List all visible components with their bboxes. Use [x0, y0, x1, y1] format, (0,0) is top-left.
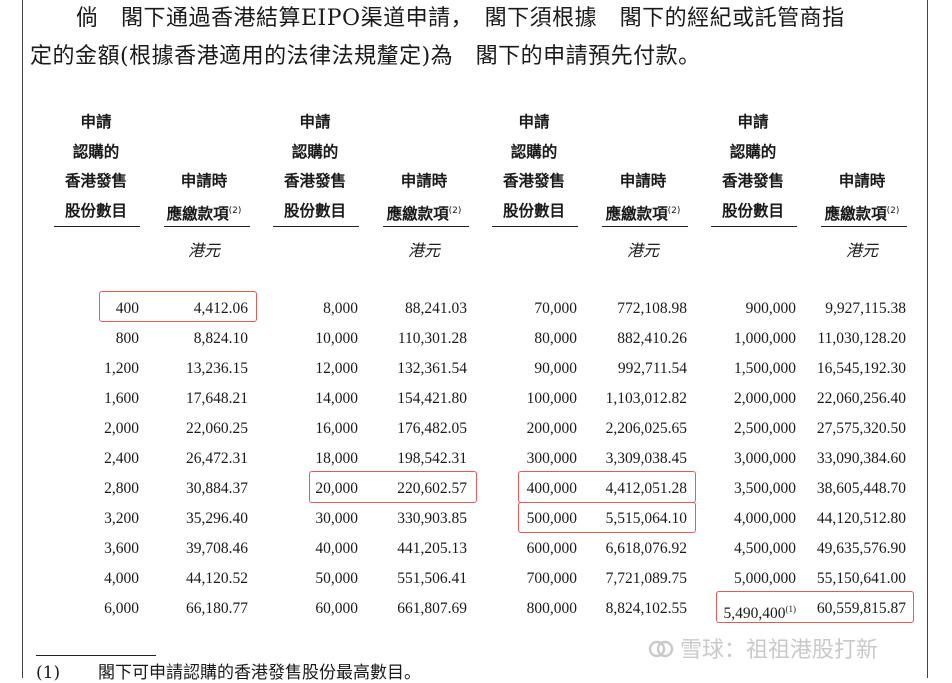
highlight-box: [309, 471, 477, 503]
amount-column-header: 申請時應繳款項(2): [369, 167, 479, 229]
amount-cell: 27,575,320.50: [816, 420, 906, 437]
amount-cell: 66,180.77: [186, 600, 248, 617]
amount-column-header: 申請時應繳款項(2): [149, 167, 259, 229]
amount-header-line: 申請時: [400, 172, 448, 190]
shares-column-header: 申請認購的香港發售股份數目: [484, 108, 584, 226]
amount-cell: 9,927,115.38: [825, 300, 906, 317]
shares-header-line: 認購的: [729, 142, 777, 161]
intro-line-2: 定的金額(根據香港適用的法律法規釐定)為 閣下的申請預先付款。: [30, 44, 701, 69]
amount-cell: 49,635,576.90: [816, 540, 906, 557]
shares-header-line: 香港發售: [502, 172, 565, 190]
shares-header-line: 申請: [737, 113, 769, 131]
page-border-right: [927, 0, 928, 678]
footnote-rule: [36, 655, 156, 656]
amount-header-underline: [821, 226, 907, 227]
currency-unit-label: 港元: [845, 241, 878, 260]
shares-column-header: 申請認購的香港發售股份數目: [703, 108, 803, 226]
amount-cell: 330,903.85: [397, 510, 467, 527]
shares-header-line: 股份數目: [283, 201, 346, 220]
amount-header-note: (2): [228, 205, 242, 216]
amount-cell: 55,150,641.00: [816, 570, 906, 587]
amount-header-line: 應繳款項(2): [149, 197, 259, 230]
watermark: 雪球：祖祖港股打新: [648, 632, 878, 664]
shares-header-line: 認購的: [291, 142, 339, 161]
intro-paragraph: 倘 閣下通過香港結算EIPO渠道申請， 閣下須根據 閣下的經紀或託管商指 定的金…: [30, 0, 925, 76]
shares-header-line: 香港發售: [64, 172, 127, 190]
highlight-box: [518, 502, 696, 533]
amount-cell: 198,542.31: [397, 450, 467, 467]
amount-header-underline: [383, 226, 469, 227]
amount-cell: 551,506.41: [397, 570, 467, 587]
highlight-box: [716, 591, 914, 623]
amount-cell: 88,241.03: [405, 300, 467, 317]
highlight-box: [99, 291, 257, 322]
amount-header-line: 應繳款項(2): [369, 197, 479, 230]
amount-header-note: (2): [448, 205, 462, 216]
amount-column-header: 申請時應繳款項(2): [588, 167, 698, 229]
amount-cell: 11,030,128.20: [817, 330, 906, 347]
amount-cell: 16,545,192.30: [816, 360, 906, 377]
amount-cell: 22,060.25: [186, 420, 248, 437]
amount-cell: 35,296.40: [186, 510, 248, 527]
amount-cell: 26,472.31: [186, 450, 248, 467]
shares-header-underline: [492, 226, 578, 227]
amount-header-line: 申請時: [180, 172, 228, 190]
amount-cell: 39,708.46: [186, 540, 248, 557]
amount-header-line: 申請時: [619, 172, 667, 190]
shares-header-line: 申請: [299, 113, 331, 131]
amount-header-line: 應繳款項(2): [588, 197, 698, 230]
currency-unit-label: 港元: [626, 241, 659, 260]
footnote-text: 閣下可申請認購的香港發售股份最高數目。: [98, 663, 421, 683]
amount-cell: 44,120,512.80: [816, 510, 906, 527]
amount-header-text: 應繳款項: [605, 204, 668, 223]
shares-header-line: 認購的: [72, 142, 120, 161]
highlight-box: [518, 471, 696, 503]
watermark-text: 雪球：祖祖港股打新: [680, 638, 879, 663]
shares-header-line: 股份數目: [721, 201, 784, 220]
amount-cell: 13,236.15: [186, 360, 248, 377]
currency-unit-label: 港元: [187, 241, 220, 260]
shares-header-underline: [54, 226, 140, 227]
amount-header-underline: [602, 226, 688, 227]
amount-header-underline: [164, 226, 250, 227]
shares-header-line: 股份數目: [502, 201, 565, 220]
amount-cell: 176,482.05: [397, 420, 467, 437]
footnote: (1) 閣下可申請認購的香港發售股份最高數目。: [36, 658, 421, 683]
shares-header-line: 認購的: [510, 142, 558, 161]
amount-cell: 441,205.13: [397, 540, 467, 557]
shares-header-line: 申請: [518, 113, 550, 131]
amount-cell: 33,090,384.60: [816, 450, 906, 467]
shares-header-line: 股份數目: [64, 201, 127, 220]
amount-cell: 17,648.21: [186, 390, 248, 407]
shares-header-underline: [711, 226, 797, 227]
currency-unit-label: 港元: [407, 241, 440, 260]
amount-cell: 154,421.80: [397, 390, 467, 407]
shares-header-line: 香港發售: [283, 172, 346, 190]
amount-cell: 132,361.54: [397, 360, 467, 377]
amount-column-header: 申請時應繳款項(2): [807, 167, 917, 229]
amount-header-note: (2): [667, 205, 681, 216]
shares-header-line: 香港發售: [721, 172, 784, 190]
amount-header-note: (2): [886, 205, 900, 216]
amount-cell: 110,301.28: [397, 330, 467, 347]
shares-column-header: 申請認購的香港發售股份數目: [265, 108, 365, 226]
amount-cell: 661,807.69: [397, 600, 467, 617]
amount-header-text: 應繳款項: [386, 204, 449, 223]
intro-line-1: 倘 閣下通過香港結算EIPO渠道申請， 閣下須根據 閣下的經紀或託管商指: [76, 6, 845, 31]
amount-header-text: 應繳款項: [824, 204, 887, 223]
amount-cell: 30,884.37: [186, 480, 248, 497]
shares-header-underline: [273, 226, 359, 227]
amount-header-line: 申請時: [838, 172, 886, 190]
amount-cell: 22,060,256.40: [816, 390, 906, 407]
amount-header-text: 應繳款項: [166, 204, 229, 223]
amount-cell: 8,824.10: [193, 330, 248, 347]
amount-cell: 38,605,448.70: [816, 480, 906, 497]
shares-column-header: 申請認購的香港發售股份數目: [46, 108, 146, 226]
amount-cell: 44,120.52: [186, 570, 248, 587]
shares-header-line: 申請: [80, 113, 112, 131]
footnote-number: (1): [36, 663, 61, 683]
amount-header-line: 應繳款項(2): [807, 197, 917, 230]
snowball-logo-icon: [648, 638, 674, 660]
